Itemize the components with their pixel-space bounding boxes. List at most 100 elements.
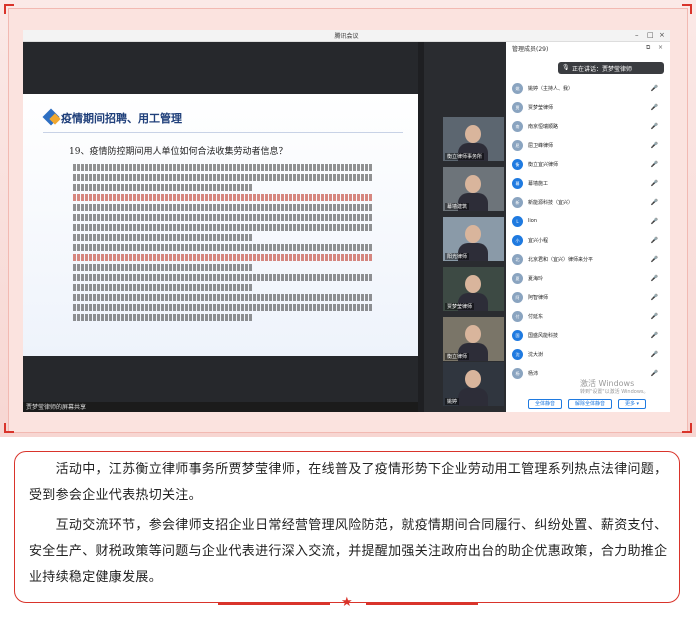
frame-corner	[4, 4, 14, 14]
avatar: 幕	[512, 178, 523, 189]
member-row[interactable]: 幕幕墙施工 🎤	[512, 177, 664, 191]
member-panel: 管理成员(29) ⧉ × 🎙 正在讲话：贾梦莹律师 姚姚婷（主持人、我） 🎤 贾贾…	[506, 42, 670, 412]
mic-muted-icon[interactable]: 🎤	[651, 351, 658, 358]
video-tile[interactable]: 贾梦莹律师	[443, 267, 504, 311]
member-row[interactable]: Llion 🎤	[512, 215, 664, 229]
member-panel-title: 管理成员(29)	[512, 46, 549, 53]
divider-line	[218, 603, 330, 605]
avatar: 小	[512, 235, 523, 246]
member-name: 阿智律师	[528, 295, 549, 301]
avatar: 北	[512, 254, 523, 265]
member-row[interactable]: 沈沈大澍 🎤	[512, 348, 664, 362]
frame-corner	[4, 423, 14, 433]
member-name: 北京君和（宜兴）律师来分平	[528, 257, 594, 263]
avatar: 南	[512, 121, 523, 132]
speaking-indicator: 🎙 正在讲话：贾梦莹律师	[558, 62, 664, 74]
mic-muted-icon[interactable]: 🎤	[651, 199, 658, 206]
avatar: 屈	[512, 140, 523, 151]
video-tile[interactable]: 阳光律师	[443, 217, 504, 261]
member-name: 幕墙施工	[528, 181, 549, 187]
divider-line	[366, 603, 478, 605]
mic-muted-icon[interactable]: 🎤	[651, 313, 658, 320]
member-name: 杨沛	[528, 371, 539, 377]
tile-name: 衡立律师	[445, 353, 470, 360]
member-row[interactable]: 付付延东 🎤	[512, 310, 664, 324]
mic-muted-icon[interactable]: 🎤	[651, 218, 658, 225]
avatar: 杨	[512, 368, 523, 379]
mic-muted-icon[interactable]: 🎤	[651, 237, 658, 244]
slide-divider	[43, 132, 403, 133]
member-name: 夏海玲	[528, 276, 544, 282]
minimize-button[interactable]: –	[635, 31, 639, 39]
mic-muted-icon[interactable]: 🎤	[651, 294, 658, 301]
screen-share-area[interactable]: 疫情期间招聘、用工管理 19、疫情防控期间用人单位如何合法收集劳动者信息？ 贾梦…	[23, 42, 418, 412]
mic-muted-icon[interactable]: 🎤	[651, 142, 658, 149]
member-row[interactable]: 新新能源科技（宜兴） 🎤	[512, 196, 664, 210]
meeting-window: 腾讯会议 – □ × 疫情期间招聘、用工管理 19、疫情防控期间用人单位如何合法…	[23, 30, 670, 412]
mic-muted-icon[interactable]: 🎤	[651, 275, 658, 282]
close-button[interactable]: ×	[659, 31, 665, 39]
share-banner-label: 贾梦莹律师的屏幕共享	[26, 404, 87, 411]
member-name: 贾梦莹律师	[528, 105, 554, 111]
member-name: 姚婷（主持人、我）	[528, 86, 574, 92]
mic-muted-icon[interactable]: 🎤	[651, 85, 658, 92]
star-icon: ★	[341, 595, 353, 610]
avatar: 夏	[512, 273, 523, 284]
video-tile[interactable]: 衡立律师	[443, 317, 504, 361]
tile-name: 衡立律师事务所	[445, 153, 485, 160]
frame-corner	[682, 4, 692, 14]
member-row[interactable]: 国国盛风能科技 🎤	[512, 329, 664, 343]
avatar: 阿	[512, 292, 523, 303]
article-paragraph-2-text: 互动交流环节，参会律师支招企业日常经营管理风险防范，就疫情期间合同履行、纠纷处置…	[29, 518, 668, 585]
avatar: 衡	[512, 159, 523, 170]
slide-question: 19、疫情防控期间用人单位如何合法收集劳动者信息？	[69, 147, 288, 157]
member-row[interactable]: 南南京恒瑞顺路 🎤	[512, 120, 664, 134]
video-tiles: 衡立律师事务所 幕墙建筑 阳光律师 贾梦莹律师 衡立律师 姚婷	[424, 42, 506, 412]
mute-all-button[interactable]: 全体静音	[528, 399, 562, 409]
member-name: 付延东	[528, 314, 544, 320]
video-tile[interactable]: 衡立律师事务所	[443, 117, 504, 161]
member-row[interactable]: 贾贾梦莹律师 🎤	[512, 101, 664, 115]
mic-muted-icon[interactable]: 🎤	[651, 332, 658, 339]
speaking-label: 正在讲话：贾梦莹律师	[572, 66, 633, 73]
article-paragraph-2: 互动交流环节，参会律师支招企业日常经营管理风险防范，就疫情期间合同履行、纠纷处置…	[29, 513, 669, 591]
mic-muted-icon[interactable]: 🎤	[651, 370, 658, 377]
member-row[interactable]: 姚姚婷（主持人、我） 🎤	[512, 82, 664, 96]
avatar: 国	[512, 330, 523, 341]
video-tile[interactable]: 姚婷	[443, 362, 504, 406]
mic-muted-icon[interactable]: 🎤	[651, 180, 658, 187]
member-row[interactable]: 小宜兴小程 🎤	[512, 234, 664, 248]
video-tile[interactable]: 幕墙建筑	[443, 167, 504, 211]
member-row[interactable]: 阿阿智律师 🎤	[512, 291, 664, 305]
member-name: 南京恒瑞顺路	[528, 124, 559, 130]
member-row[interactable]: 北北京君和（宜兴）律师来分平 🎤	[512, 253, 664, 267]
close-panel-icon[interactable]: ×	[658, 44, 663, 51]
member-row[interactable]: 夏夏海玲 🎤	[512, 272, 664, 286]
avatar: 贾	[512, 102, 523, 113]
mic-muted-icon[interactable]: 🎤	[651, 161, 658, 168]
tile-name: 贾梦莹律师	[445, 303, 475, 310]
member-row[interactable]: 衡衡立宜兴律师 🎤	[512, 158, 664, 172]
decorative-divider: ★	[218, 595, 478, 610]
tile-name: 阳光律师	[445, 253, 470, 260]
slide-body-text	[73, 164, 373, 324]
mic-icon[interactable]: 🎤	[651, 123, 658, 130]
slide-heading: 疫情期间招聘、用工管理	[61, 112, 182, 125]
mic-muted-icon[interactable]: 🎤	[651, 256, 658, 263]
tile-name: 姚婷	[445, 398, 460, 405]
maximize-button[interactable]: □	[647, 31, 654, 39]
avatar: 姚	[512, 83, 523, 94]
mic-icon[interactable]: 🎤	[651, 104, 658, 111]
unmute-all-button[interactable]: 解除全体静音	[568, 399, 612, 409]
avatar: 沈	[512, 349, 523, 360]
member-name: 沈大澍	[528, 352, 544, 358]
window-titlebar: 腾讯会议 – □ ×	[23, 30, 670, 42]
popout-icon[interactable]: ⧉	[646, 44, 650, 52]
frame-corner	[682, 423, 692, 433]
member-row[interactable]: 屈屈卫峰律师 🎤	[512, 139, 664, 153]
speaking-mic-icon: 🎙	[562, 64, 570, 71]
article-paragraph-1-text: 活动中，江苏衡立律师事务所贾梦莹律师，在线普及了疫情形势下企业劳动用工管理系列热…	[29, 462, 668, 503]
more-button[interactable]: 更多 ▾	[618, 399, 646, 409]
member-name: 国盛风能科技	[528, 333, 559, 339]
member-name: 宜兴小程	[528, 238, 549, 244]
